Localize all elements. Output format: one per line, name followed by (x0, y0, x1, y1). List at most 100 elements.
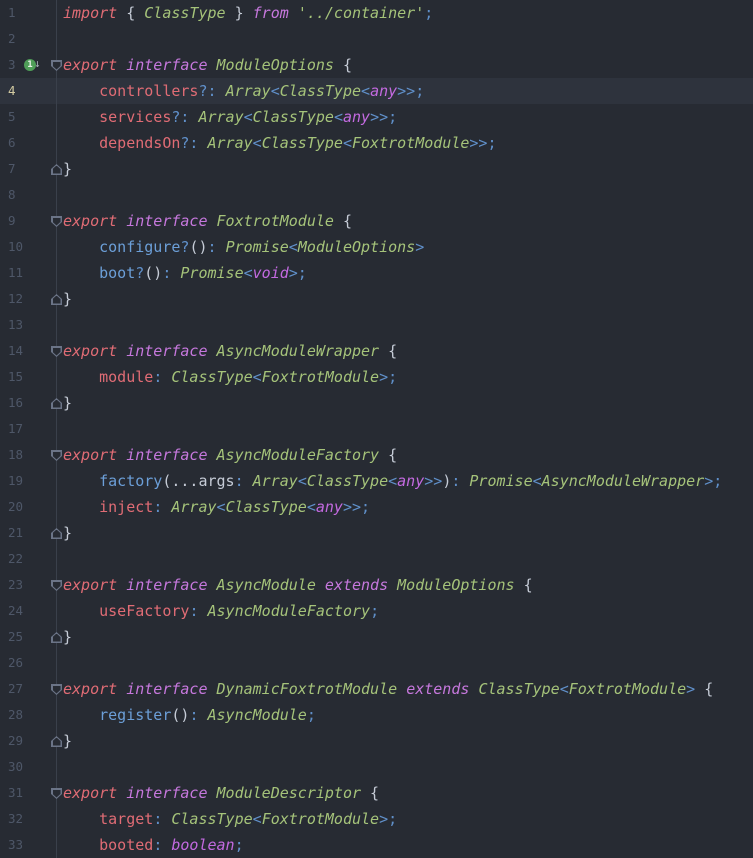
code-text[interactable]: export interface DynamicFoxtrotModule ex… (63, 676, 713, 702)
line-number[interactable]: 33 (8, 832, 23, 858)
code-line[interactable]: 31 export interface ModuleDescriptor { (0, 780, 753, 806)
line-number[interactable]: 13 (8, 312, 23, 338)
line-number[interactable]: 29 (8, 728, 23, 754)
line-number[interactable]: 10 (8, 234, 23, 260)
code-line[interactable]: 14 export interface AsyncModuleWrapper { (0, 338, 753, 364)
line-number[interactable]: 15 (8, 364, 23, 390)
code-line[interactable]: 6 dependsOn?: Array<ClassType<FoxtrotMod… (0, 130, 753, 156)
code-line[interactable]: 12} (0, 286, 753, 312)
code-text[interactable]: import { ClassType } from '../container'… (63, 0, 433, 26)
code-line[interactable]: 20 inject: Array<ClassType<any>>; (0, 494, 753, 520)
code-line[interactable]: 17 (0, 416, 753, 442)
code-text[interactable]: register(): AsyncModule; (63, 702, 316, 728)
fold-start-icon[interactable] (51, 216, 62, 227)
line-number[interactable]: 19 (8, 468, 23, 494)
line-number[interactable]: 27 (8, 676, 23, 702)
line-number[interactable]: 16 (8, 390, 23, 416)
code-line[interactable]: 16} (0, 390, 753, 416)
code-text[interactable]: booted: boolean; (63, 832, 244, 858)
code-line[interactable]: 22 (0, 546, 753, 572)
code-line[interactable]: 4 controllers?: Array<ClassType<any>>; (0, 78, 753, 104)
line-number[interactable]: 11 (8, 260, 23, 286)
code-text[interactable]: export interface AsyncModuleWrapper { (63, 338, 397, 364)
code-line[interactable]: 2 (0, 26, 753, 52)
fold-end-icon[interactable] (51, 294, 62, 305)
line-number[interactable]: 32 (8, 806, 23, 832)
code-line[interactable]: 21} (0, 520, 753, 546)
fold-start-icon[interactable] (51, 580, 62, 591)
code-text[interactable]: export interface ModuleDescriptor { (63, 780, 379, 806)
code-text[interactable]: export interface AsyncModuleFactory { (63, 442, 397, 468)
line-number[interactable]: 9 (8, 208, 16, 234)
line-number[interactable]: 20 (8, 494, 23, 520)
code-text[interactable]: controllers?: Array<ClassType<any>>; (63, 78, 424, 104)
line-number[interactable]: 4 (8, 78, 16, 104)
code-text[interactable]: boot?(): Promise<void>; (63, 260, 307, 286)
code-line[interactable]: 11 boot?(): Promise<void>; (0, 260, 753, 286)
line-number[interactable]: 23 (8, 572, 23, 598)
code-editor[interactable]: 1 import { ClassType } from '../container… (0, 0, 753, 858)
fold-start-icon[interactable] (51, 684, 62, 695)
code-line[interactable]: 7} (0, 156, 753, 182)
code-line[interactable]: 27 export interface DynamicFoxtrotModule … (0, 676, 753, 702)
code-line[interactable]: 10 configure?(): Promise<ModuleOptions> (0, 234, 753, 260)
code-line[interactable]: 29} (0, 728, 753, 754)
code-text[interactable]: useFactory: AsyncModuleFactory; (63, 598, 379, 624)
code-text[interactable]: services?: Array<ClassType<any>>; (63, 104, 397, 130)
fold-end-icon[interactable] (51, 736, 62, 747)
code-text[interactable]: } (63, 156, 72, 182)
code-text[interactable]: target: ClassType<FoxtrotModule>; (63, 806, 397, 832)
code-line[interactable]: 5 services?: Array<ClassType<any>>; (0, 104, 753, 130)
code-line[interactable]: 30 (0, 754, 753, 780)
fold-end-icon[interactable] (51, 528, 62, 539)
fold-start-icon[interactable] (51, 60, 62, 71)
line-number[interactable]: 14 (8, 338, 23, 364)
fold-end-icon[interactable] (51, 164, 62, 175)
line-number[interactable]: 28 (8, 702, 23, 728)
code-line[interactable]: 18 export interface AsyncModuleFactory { (0, 442, 753, 468)
line-number[interactable]: 17 (8, 416, 23, 442)
line-number[interactable]: 25 (8, 624, 23, 650)
fold-start-icon[interactable] (51, 346, 62, 357)
fold-start-icon[interactable] (51, 788, 62, 799)
line-number[interactable]: 21 (8, 520, 23, 546)
line-number[interactable]: 18 (8, 442, 23, 468)
code-text[interactable]: inject: Array<ClassType<any>>; (63, 494, 370, 520)
code-text[interactable]: export interface ModuleOptions { (63, 52, 352, 78)
code-line[interactable]: 19 factory(...args: Array<ClassType<any>… (0, 468, 753, 494)
fold-start-icon[interactable] (51, 450, 62, 461)
code-line[interactable]: 23 export interface AsyncModule extends M… (0, 572, 753, 598)
code-text[interactable]: } (63, 728, 72, 754)
line-number[interactable]: 7 (8, 156, 16, 182)
line-number[interactable]: 3 (8, 52, 16, 78)
line-number[interactable]: 6 (8, 130, 16, 156)
code-text[interactable]: } (63, 624, 72, 650)
code-line[interactable]: 13 (0, 312, 753, 338)
code-line[interactable]: 8 (0, 182, 753, 208)
code-text[interactable]: configure?(): Promise<ModuleOptions> (63, 234, 424, 260)
line-number[interactable]: 1 (8, 0, 16, 26)
code-text[interactable]: module: ClassType<FoxtrotModule>; (63, 364, 397, 390)
fold-end-icon[interactable] (51, 632, 62, 643)
line-number[interactable]: 22 (8, 546, 23, 572)
code-line[interactable]: 9 export interface FoxtrotModule { (0, 208, 753, 234)
line-number[interactable]: 8 (8, 182, 16, 208)
line-number[interactable]: 5 (8, 104, 16, 130)
fold-end-icon[interactable] (51, 398, 62, 409)
line-number[interactable]: 26 (8, 650, 23, 676)
code-text[interactable]: } (63, 390, 72, 416)
line-number[interactable]: 12 (8, 286, 23, 312)
code-line[interactable]: 15 module: ClassType<FoxtrotModule>; (0, 364, 753, 390)
code-text[interactable]: } (63, 520, 72, 546)
line-number[interactable]: 2 (8, 26, 16, 52)
code-line[interactable]: 28 register(): AsyncModule; (0, 702, 753, 728)
line-number[interactable]: 30 (8, 754, 23, 780)
code-line[interactable]: 33 booted: boolean; (0, 832, 753, 858)
code-lines[interactable]: 1 import { ClassType } from '../container… (0, 0, 753, 858)
line-number[interactable]: 31 (8, 780, 23, 806)
code-line[interactable]: 32 target: ClassType<FoxtrotModule>; (0, 806, 753, 832)
code-line[interactable]: 24 useFactory: AsyncModuleFactory; (0, 598, 753, 624)
code-text[interactable]: } (63, 286, 72, 312)
code-line[interactable]: 1 import { ClassType } from '../container… (0, 0, 753, 26)
code-text[interactable]: export interface FoxtrotModule { (63, 208, 352, 234)
